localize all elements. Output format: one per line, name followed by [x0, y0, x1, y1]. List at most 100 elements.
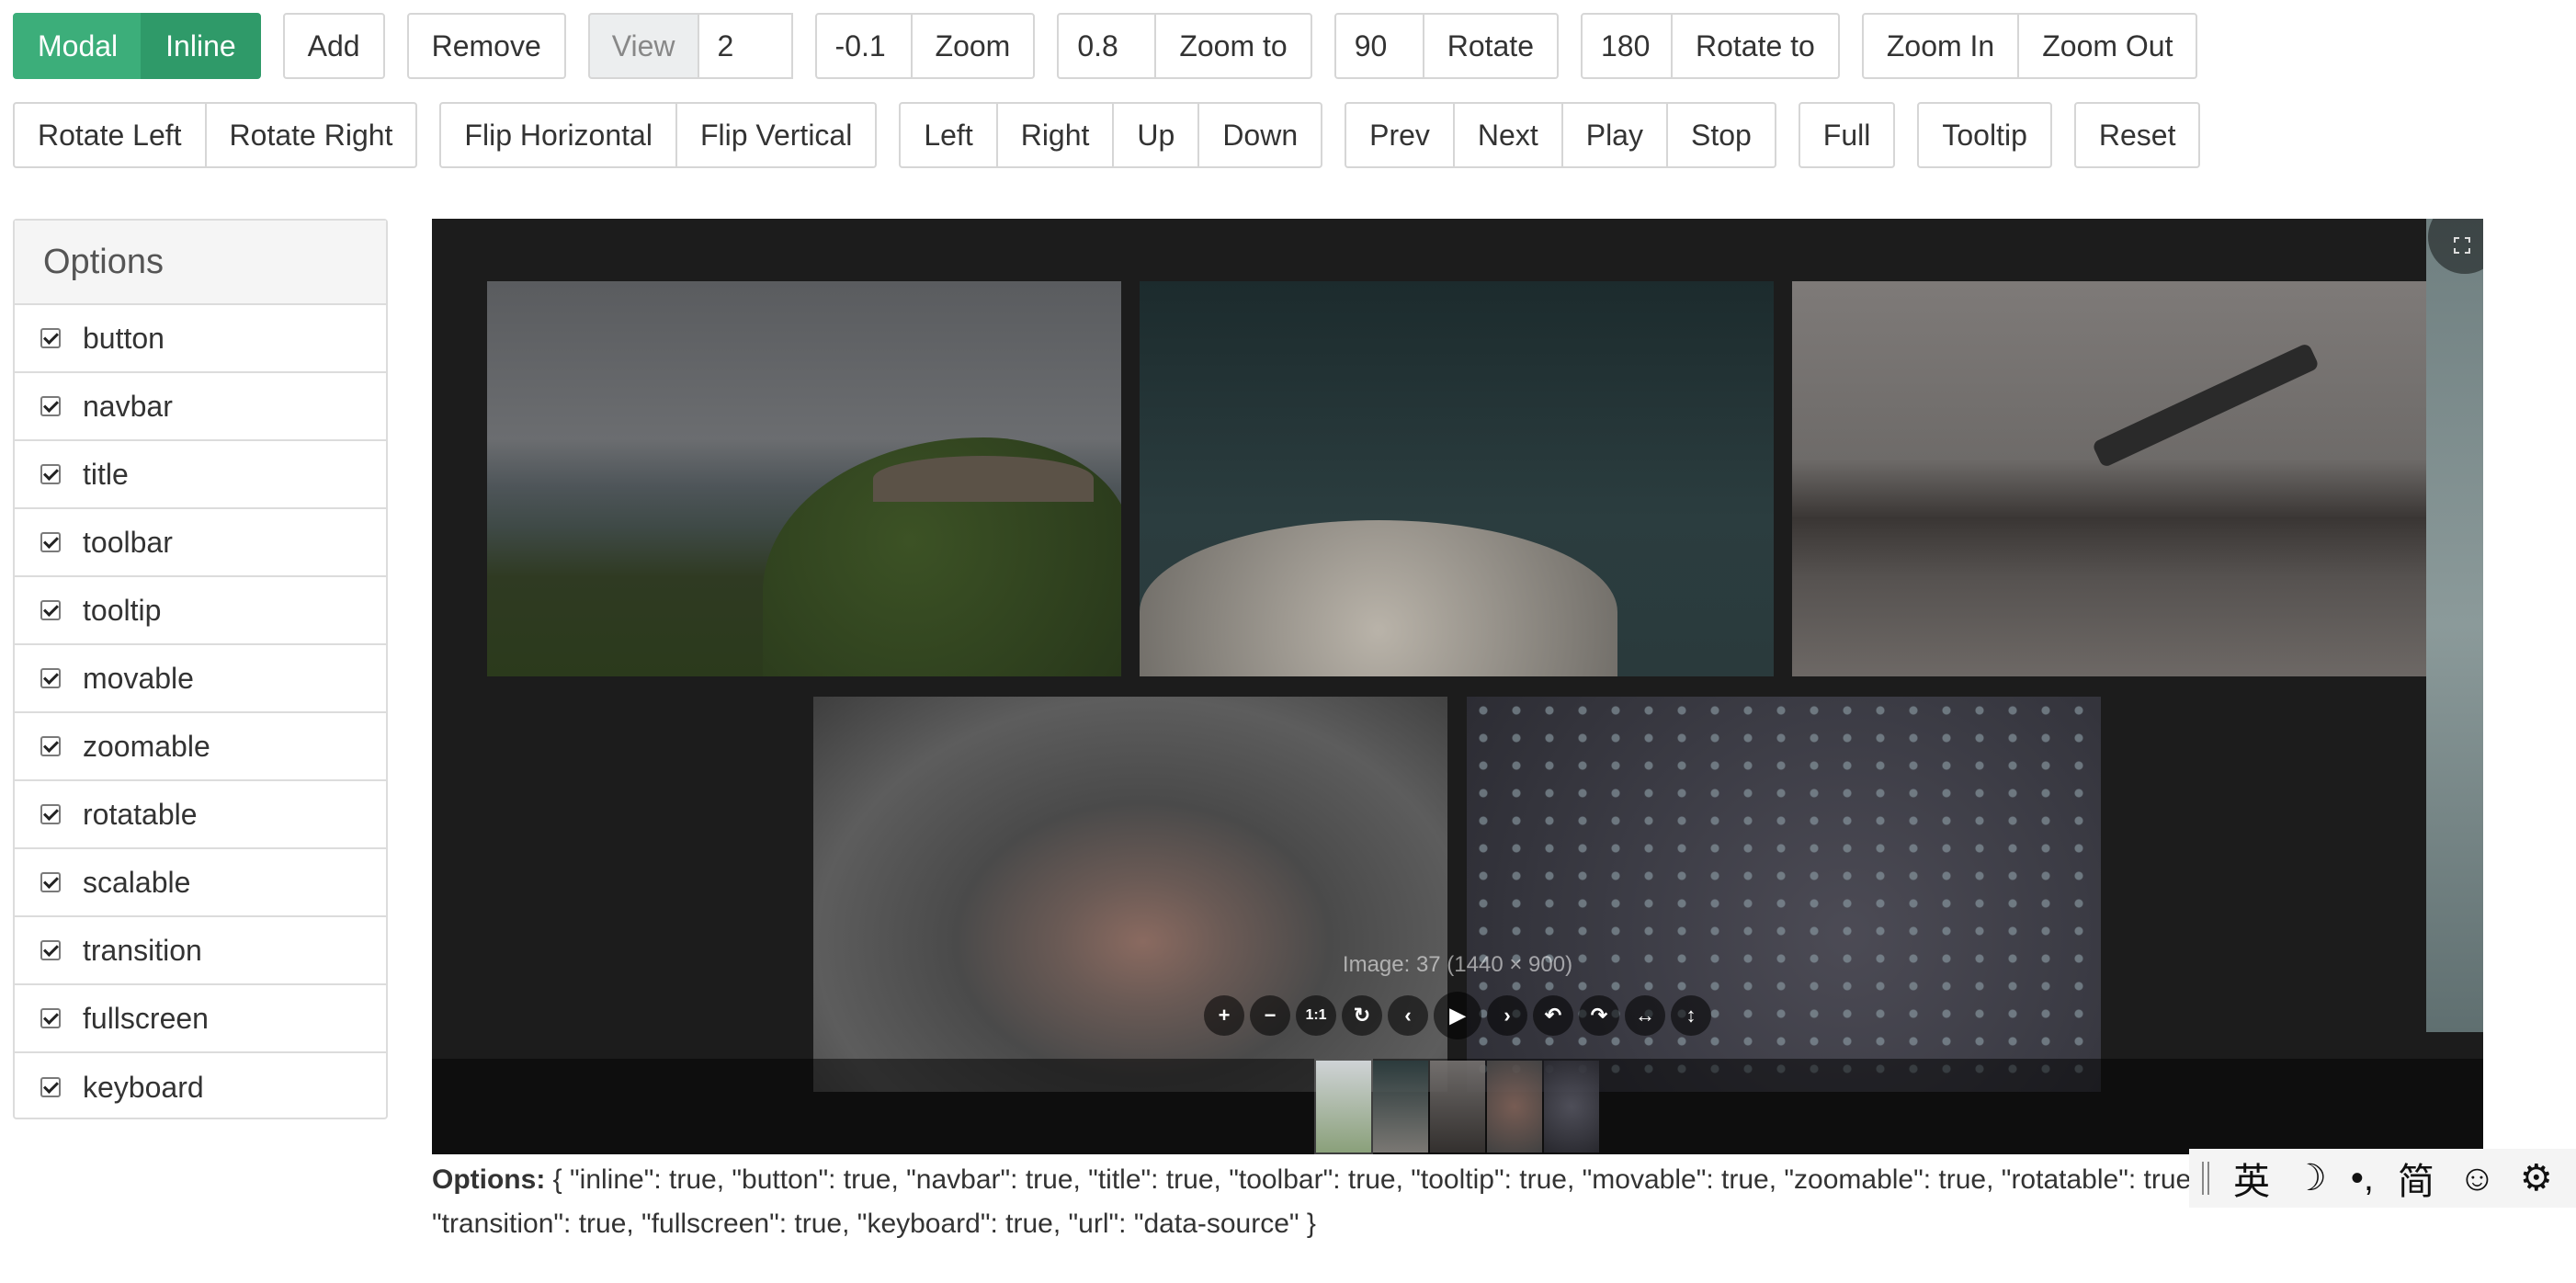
move-up-button[interactable]: Up: [1112, 102, 1200, 168]
rotate-button[interactable]: Rotate: [1422, 13, 1559, 79]
zoom-group: Zoom: [814, 13, 1036, 79]
coast-headland: [873, 456, 1094, 502]
option-checkbox[interactable]: [40, 464, 61, 484]
flip-vertical-icon[interactable]: ↕: [1671, 995, 1711, 1036]
moon-icon[interactable]: ☽: [2294, 1157, 2327, 1199]
thumbnail-turntable[interactable]: [1430, 1061, 1485, 1152]
options-output-label: Options:: [432, 1164, 546, 1195]
option-checkbox[interactable]: [40, 872, 61, 892]
prev-icon[interactable]: ‹: [1388, 995, 1428, 1036]
punctuation-icon[interactable]: •,: [2351, 1158, 2374, 1199]
option-tooltip[interactable]: tooltip: [15, 577, 386, 645]
emoji-icon[interactable]: ☺: [2458, 1158, 2496, 1199]
options-output-text: { "inline": true, "button": true, "navba…: [432, 1164, 2398, 1239]
flip-horizontal-icon[interactable]: ↔: [1625, 995, 1665, 1036]
remove-button[interactable]: Remove: [406, 13, 566, 79]
zoom-button[interactable]: Zoom: [910, 13, 1036, 79]
option-checkbox[interactable]: [40, 396, 61, 416]
option-label: tooltip: [83, 593, 162, 627]
option-title[interactable]: title: [15, 441, 386, 509]
thumbnail-coast[interactable]: [1314, 1059, 1373, 1154]
move-down-button[interactable]: Down: [1197, 102, 1323, 168]
next-button[interactable]: Next: [1452, 102, 1563, 168]
tooltip-button[interactable]: Tooltip: [1917, 102, 2052, 168]
options-list: button navbar title toolbar tooltip movable zo…: [15, 305, 386, 1121]
option-transition[interactable]: transition: [15, 917, 386, 985]
rotate-right-icon[interactable]: ↷: [1579, 995, 1619, 1036]
gallery-image-water-edge[interactable]: [2426, 219, 2483, 1032]
option-label: zoomable: [83, 729, 210, 763]
option-keyboard[interactable]: keyboard: [15, 1053, 386, 1121]
option-fullscreen[interactable]: fullscreen: [15, 985, 386, 1053]
gallery-image-clouds[interactable]: [1140, 281, 1774, 676]
option-checkbox[interactable]: [40, 1077, 61, 1097]
zoom-to-button[interactable]: Zoom to: [1154, 13, 1312, 79]
option-label: navbar: [83, 389, 173, 423]
option-label: transition: [83, 933, 202, 967]
one-to-one-icon[interactable]: 1:1: [1296, 995, 1336, 1036]
option-label: toolbar: [83, 525, 173, 559]
option-checkbox[interactable]: [40, 1008, 61, 1028]
view-index-input[interactable]: [697, 13, 793, 79]
option-rotatable[interactable]: rotatable: [15, 781, 386, 849]
rotate-to-button[interactable]: Rotate to: [1670, 13, 1840, 79]
option-zoomable[interactable]: zoomable: [15, 713, 386, 781]
option-button[interactable]: button: [15, 305, 386, 373]
zoom-to-group: Zoom to: [1057, 13, 1312, 79]
zoom-in-icon[interactable]: +: [1204, 995, 1244, 1036]
settings-gear-icon[interactable]: ⚙: [2520, 1157, 2553, 1199]
thumbnail-droplets[interactable]: [1544, 1061, 1599, 1152]
option-scalable[interactable]: scalable: [15, 849, 386, 917]
rotate-left-icon[interactable]: ↶: [1533, 995, 1573, 1036]
zoom-to-input[interactable]: [1057, 13, 1157, 79]
move-left-button[interactable]: Left: [899, 102, 998, 168]
thumbnail-clouds[interactable]: [1373, 1061, 1428, 1152]
ime-toolbar: 英 ☽ •, 简 ☺ ⚙: [2189, 1149, 2576, 1208]
option-checkbox[interactable]: [40, 600, 61, 620]
ime-drag-handle[interactable]: [2202, 1162, 2209, 1195]
thumbnail-cat[interactable]: [1487, 1061, 1542, 1152]
add-button[interactable]: Add: [282, 13, 385, 79]
flip-vertical-button[interactable]: Flip Vertical: [675, 102, 878, 168]
option-checkbox[interactable]: [40, 736, 61, 756]
rotate-to-input[interactable]: [1580, 13, 1673, 79]
rotate-left-button[interactable]: Rotate Left: [13, 102, 207, 168]
zoom-ratio-input[interactable]: [814, 13, 913, 79]
zoom-out-icon[interactable]: −: [1250, 995, 1290, 1036]
fullscreen-icon: [2454, 237, 2470, 254]
zoom-in-button[interactable]: Zoom In: [1861, 13, 2020, 79]
play-button[interactable]: Play: [1560, 102, 1668, 168]
view-label: View: [587, 13, 699, 79]
ime-simplified-toggle[interactable]: 简: [2398, 1152, 2434, 1205]
prev-button[interactable]: Prev: [1345, 102, 1455, 168]
option-checkbox[interactable]: [40, 804, 61, 824]
gallery-image-turntable[interactable]: [1792, 281, 2426, 676]
rotate-right-button[interactable]: Rotate Right: [204, 102, 418, 168]
option-toolbar[interactable]: toolbar: [15, 509, 386, 577]
view-group: View: [587, 13, 793, 79]
image-title: Image: 37 (1440 × 900): [1342, 952, 1573, 977]
play-icon[interactable]: ▶: [1434, 992, 1481, 1039]
option-checkbox[interactable]: [40, 532, 61, 552]
option-navbar[interactable]: navbar: [15, 373, 386, 441]
reset-button[interactable]: Reset: [2073, 102, 2201, 168]
modal-button[interactable]: Modal: [13, 13, 143, 79]
reset-icon[interactable]: ↻: [1342, 995, 1382, 1036]
rotate-degree-input[interactable]: [1333, 13, 1424, 79]
flip-group: Flip Horizontal Flip Vertical: [439, 102, 878, 168]
stop-button[interactable]: Stop: [1665, 102, 1776, 168]
option-label: rotatable: [83, 797, 198, 831]
option-movable[interactable]: movable: [15, 645, 386, 713]
ime-language-toggle[interactable]: 英: [2233, 1152, 2270, 1205]
next-icon[interactable]: ›: [1487, 995, 1527, 1036]
zoom-out-button[interactable]: Zoom Out: [2017, 13, 2198, 79]
option-checkbox[interactable]: [40, 940, 61, 960]
flip-horizontal-button[interactable]: Flip Horizontal: [439, 102, 677, 168]
inline-button[interactable]: Inline: [141, 13, 261, 79]
move-right-button[interactable]: Right: [995, 102, 1115, 168]
option-checkbox[interactable]: [40, 668, 61, 688]
image-viewer[interactable]: Image: 37 (1440 × 900) + −1:1 ↻ ‹ ▶ › ↶ ↷ ↔ ↕: [432, 219, 2483, 1154]
full-button[interactable]: Full: [1798, 102, 1896, 168]
gallery-image-coast[interactable]: [487, 281, 1121, 676]
option-checkbox[interactable]: [40, 328, 61, 348]
